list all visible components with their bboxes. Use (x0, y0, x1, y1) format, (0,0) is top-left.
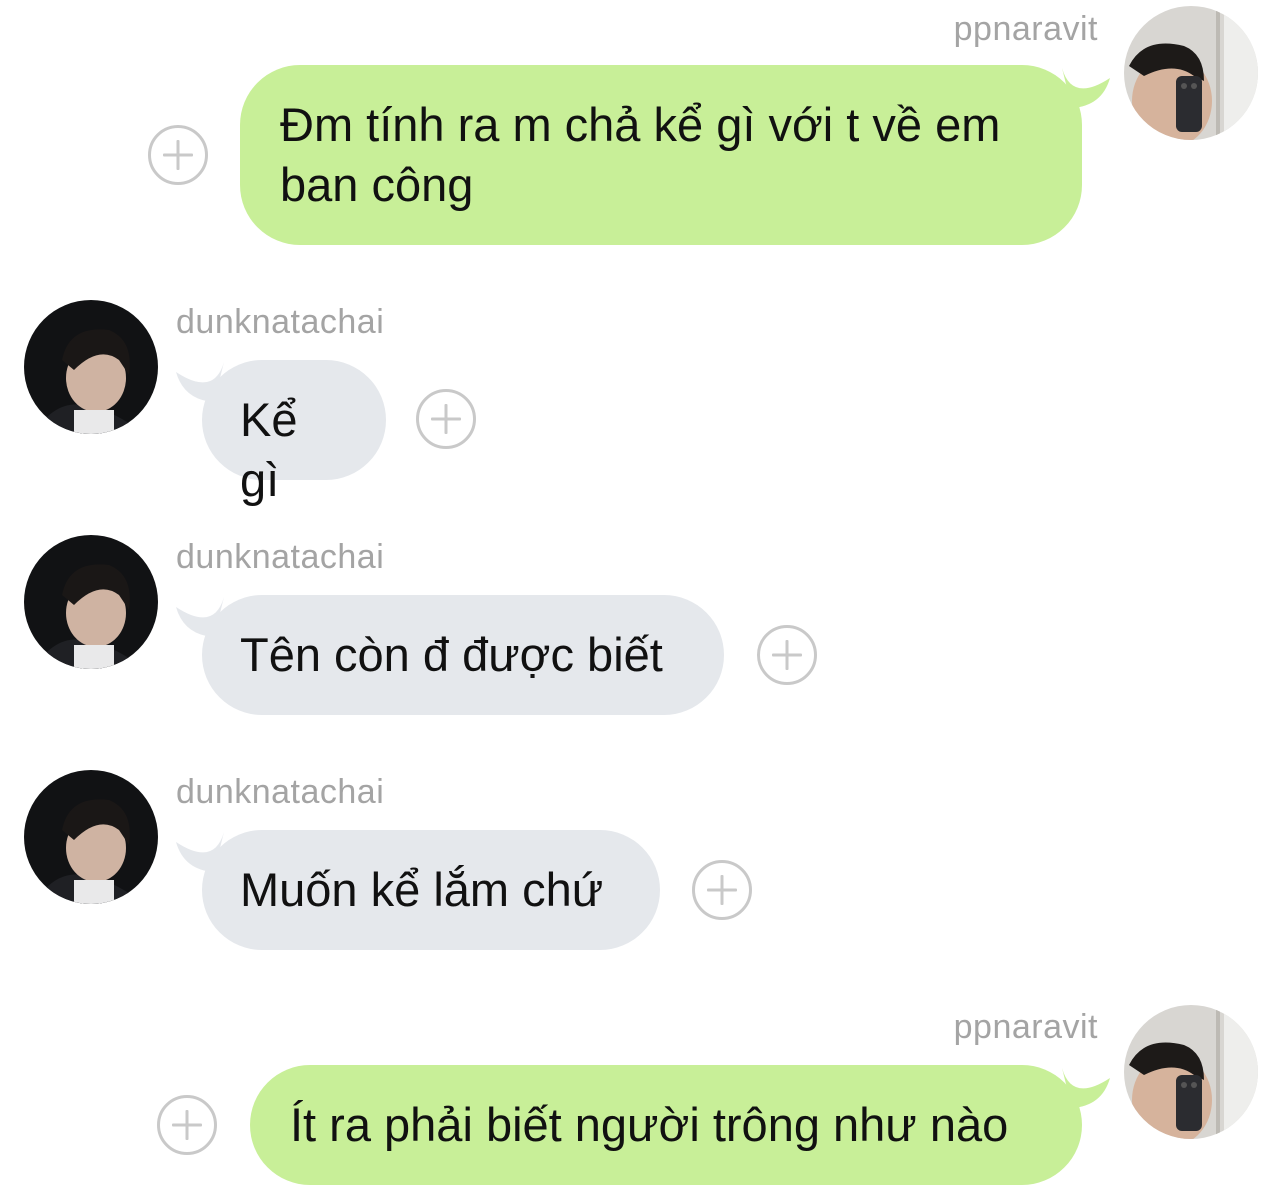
sender-username: ppnaravit (953, 10, 1098, 48)
sender-avatar[interactable] (24, 300, 158, 434)
sender-username: ppnaravit (953, 1008, 1098, 1046)
message-bubble[interactable]: Tên còn đ được biết (202, 595, 724, 715)
add-reaction-icon[interactable] (416, 389, 476, 449)
message-bubble[interactable]: Kể gì (202, 360, 386, 506)
sender-username: dunknatachai (176, 773, 385, 811)
sender-username: dunknatachai (176, 538, 385, 576)
add-reaction-icon[interactable] (148, 125, 208, 185)
message-bubble[interactable]: Muốn kể lắm chứ (202, 830, 660, 950)
sender-avatar[interactable] (1124, 6, 1258, 140)
sender-avatar[interactable] (24, 535, 158, 669)
sender-avatar[interactable] (1124, 1005, 1258, 1139)
message-bubble[interactable]: Ít ra phải biết người trông như nào (250, 1065, 1082, 1185)
add-reaction-icon[interactable] (757, 625, 817, 685)
message-bubble[interactable]: Đm tính ra m chả kể gì với t về em ban c… (240, 65, 1082, 245)
add-reaction-icon[interactable] (692, 860, 752, 920)
add-reaction-icon[interactable] (157, 1095, 217, 1155)
sender-avatar[interactable] (24, 770, 158, 904)
sender-username: dunknatachai (176, 303, 385, 341)
